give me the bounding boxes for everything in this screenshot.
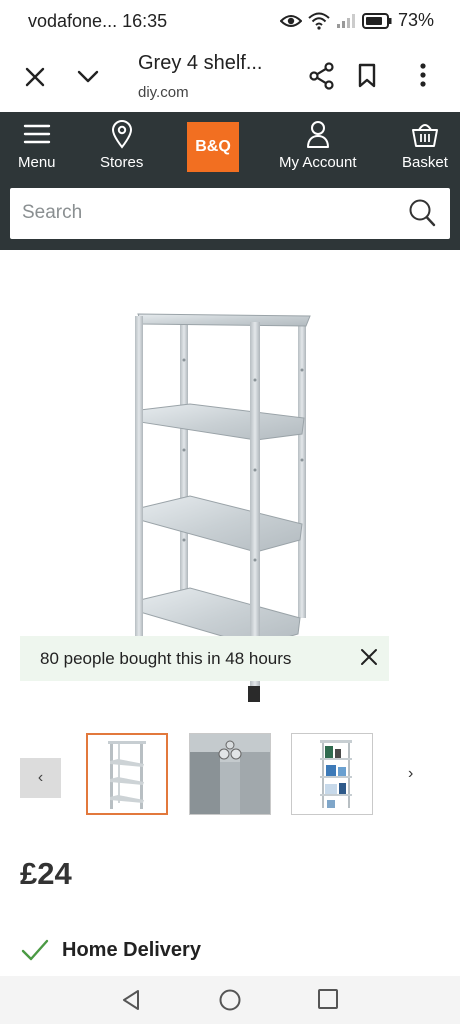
basket-button[interactable]: Basket: [402, 118, 448, 171]
recents-icon[interactable]: [317, 988, 339, 1015]
search-placeholder: Search: [22, 202, 83, 223]
basket-icon: [411, 118, 439, 150]
home-icon[interactable]: [218, 988, 242, 1017]
close-icon[interactable]: [24, 66, 46, 93]
chevron-down-icon[interactable]: [76, 68, 100, 89]
location-pin-icon: [110, 118, 134, 150]
my-account-button[interactable]: My Account: [279, 118, 357, 171]
site-header: Menu Stores B&Q My Account Basket Search: [0, 112, 460, 250]
gallery-thumbnail[interactable]: [86, 733, 168, 815]
checkmark-icon: [20, 938, 50, 967]
search-icon[interactable]: [408, 198, 436, 233]
social-proof-banner: 80 people bought this in 48 hours: [20, 636, 389, 681]
share-icon[interactable]: [309, 62, 335, 95]
wifi-icon: [308, 12, 330, 30]
hamburger-icon: [23, 118, 51, 150]
status-bar: vodafone... 16:35 73%: [0, 0, 460, 44]
close-icon[interactable]: [359, 647, 379, 672]
page-domain[interactable]: diy.com: [138, 84, 189, 101]
basket-label: Basket: [402, 154, 448, 171]
gallery-prev-button[interactable]: ‹: [20, 758, 61, 798]
home-delivery-label: Home Delivery: [62, 939, 201, 961]
my-account-label: My Account: [279, 154, 357, 171]
menu-button[interactable]: Menu: [18, 118, 56, 171]
menu-label: Menu: [18, 154, 56, 171]
battery-icon: [361, 12, 392, 29]
browser-toolbar: Grey 4 shelf... diy.com: [0, 44, 460, 112]
home-delivery-option: Home Delivery: [20, 936, 420, 976]
stores-button[interactable]: Stores: [100, 118, 143, 171]
eye-icon: [279, 13, 302, 29]
carrier-time: vodafone... 16:35: [28, 11, 168, 31]
user-icon: [305, 118, 331, 150]
page-title[interactable]: Grey 4 shelf...: [138, 52, 263, 75]
status-icons: 73%: [279, 10, 434, 31]
bookmark-icon[interactable]: [357, 63, 377, 94]
signal-icon: [336, 13, 356, 29]
bq-logo[interactable]: B&Q: [187, 122, 239, 172]
battery-percent: 73%: [397, 10, 434, 30]
system-nav-bar: [0, 976, 460, 1024]
back-icon[interactable]: [119, 988, 143, 1017]
more-icon[interactable]: [419, 62, 427, 93]
gallery-next-button[interactable]: ›: [408, 765, 413, 783]
gallery-thumbnail[interactable]: [291, 733, 373, 815]
social-proof-text: 80 people bought this in 48 hours: [40, 649, 292, 668]
product-price: £24: [20, 856, 72, 891]
search-input[interactable]: Search: [10, 188, 450, 239]
gallery-thumbnail[interactable]: [189, 733, 271, 815]
stores-label: Stores: [100, 154, 144, 171]
